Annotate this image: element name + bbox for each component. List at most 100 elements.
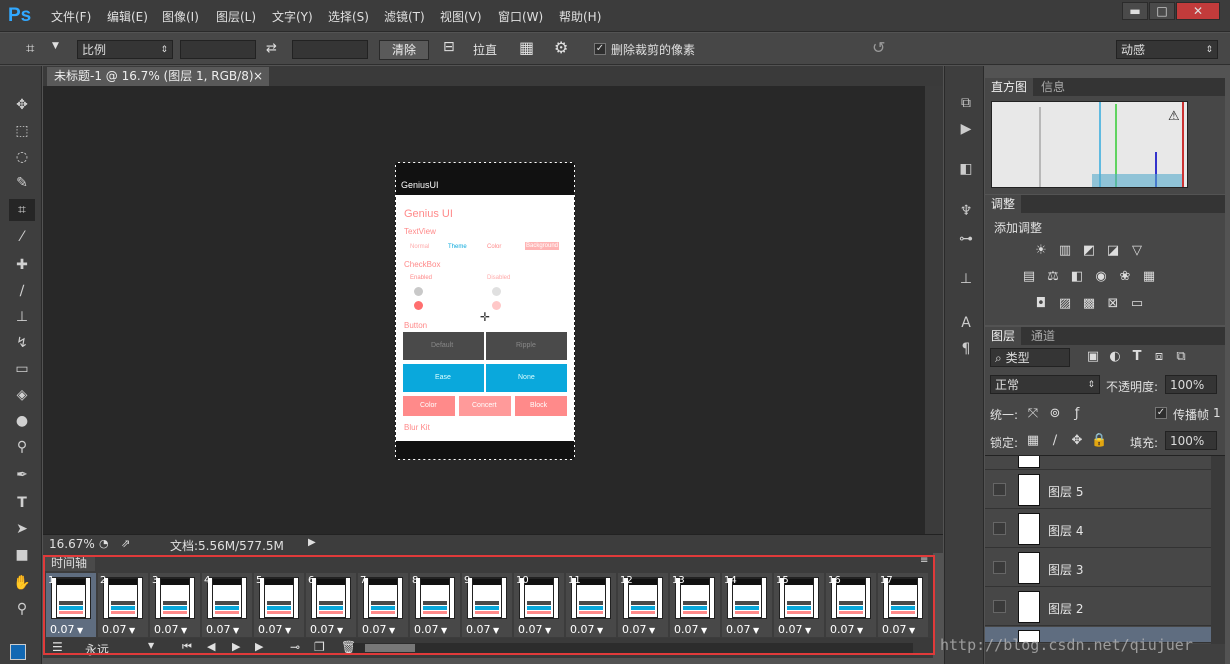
color-lookup-icon[interactable]: ▦ [1141,269,1157,285]
share-icon[interactable]: ⇗ [121,537,130,550]
actions-play-icon[interactable]: ▶ [955,118,977,140]
canvas-scrollbar[interactable] [925,86,943,534]
quick-select-tool-icon[interactable]: ✎ [9,172,35,194]
lasso-tool-icon[interactable]: ◌ [9,146,35,168]
timeline-frame[interactable]: 14 0.07 ▼ [722,573,772,637]
zoom-tool-icon[interactable]: ⚲ [9,598,35,620]
timeline-frame[interactable]: 8 0.07 ▼ [410,573,460,637]
menu-help[interactable]: 帮助(H) [559,8,601,25]
foreground-color-swatch[interactable] [10,644,26,660]
document-tab[interactable]: 未标题-1 @ 16.7% (图层 1, RGB/8) × [47,67,269,86]
frame-duration[interactable]: 0.07 ▼ [206,623,239,636]
chevron-down-icon[interactable]: ▼ [148,641,154,650]
next-frame-icon[interactable]: ▶ [255,640,263,653]
menu-type[interactable]: 文字(Y) [272,8,313,25]
hand-tool-icon[interactable]: ✋ [9,572,35,594]
delete-cropped-checkbox[interactable]: ✓ [594,43,606,55]
paragraph-icon[interactable]: ¶ [955,338,977,360]
filter-adjust-icon[interactable]: ◐ [1107,349,1123,365]
channel-mixer-icon[interactable]: ❀ [1117,269,1133,285]
timeline-menu-icon[interactable]: ≡ [920,555,928,566]
layer-row-partial[interactable] [985,456,1211,470]
timeline-tab[interactable]: 时间轴 [45,555,95,571]
straighten-label[interactable]: 拉直 [473,41,497,58]
swap-icon[interactable]: ⇄ [266,41,277,56]
frame-duration[interactable]: 0.07 ▼ [726,623,759,636]
black-white-icon[interactable]: ◧ [1069,269,1085,285]
timeline-frame[interactable]: 12 0.07 ▼ [618,573,668,637]
clear-button[interactable]: 清除 [379,40,429,60]
zoom-level[interactable]: 16.67% [49,537,95,551]
layer-row[interactable]: 图层 4 [985,510,1211,548]
frame-duration[interactable]: 0.07 ▼ [570,623,603,636]
type-tool-icon[interactable]: T [9,492,35,514]
frame-duration[interactable]: 0.07 ▼ [466,623,499,636]
photo-filter-icon[interactable]: ◉ [1093,269,1109,285]
gradient-map-icon[interactable]: ▭ [1129,296,1145,312]
close-button[interactable]: ✕ [1176,2,1220,20]
history-icon[interactable]: ⧉ [955,92,977,114]
menu-filter[interactable]: 滤镜(T) [384,8,425,25]
maximize-button[interactable]: □ [1149,2,1175,20]
workspace-select[interactable]: 动感 ⇕ [1116,40,1218,59]
curves-icon[interactable]: ◩ [1081,243,1097,259]
height-input[interactable] [292,40,368,59]
frame-duration[interactable]: 0.07 ▼ [778,623,811,636]
menu-view[interactable]: 视图(V) [440,8,482,25]
menu-edit[interactable]: 编辑(E) [107,8,148,25]
width-input[interactable] [180,40,256,59]
dodge-tool-icon[interactable]: ⚲ [9,436,35,458]
layers-scrollbar[interactable] [1211,456,1225,644]
lock-all-icon[interactable]: 🔒 [1091,433,1107,449]
tween-icon[interactable]: ⊸ [290,640,300,654]
timeline-frame[interactable]: 5 0.07 ▼ [254,573,304,637]
healing-tool-icon[interactable]: ✚ [9,254,35,276]
brush-tool-icon[interactable]: ∕ [9,280,35,302]
blend-mode-select[interactable]: 正常 ⇕ [990,375,1100,394]
history-brush-icon[interactable]: ↯ [9,332,35,354]
convert-icon[interactable]: ☰ [52,640,63,654]
prev-frame-icon[interactable]: ◀ [207,640,215,653]
status-info-icon[interactable]: ◔ [99,537,109,550]
lock-pixels-icon[interactable]: ▦ [1025,433,1041,449]
levels-icon[interactable]: ▥ [1057,243,1073,259]
path-select-icon[interactable]: ➤ [9,518,35,540]
timeline-frame[interactable]: 10 0.07 ▼ [514,573,564,637]
frame-duration[interactable]: 0.07 ▼ [50,623,83,636]
menu-file[interactable]: 文件(F) [51,8,91,25]
timeline-frame[interactable]: 9 0.07 ▼ [462,573,512,637]
frame-duration[interactable]: 0.07 ▼ [414,623,447,636]
character-icon[interactable]: A [955,312,977,334]
pen-tool-icon[interactable]: ✒ [9,464,35,486]
hue-saturation-icon[interactable]: ▤ [1021,269,1037,285]
frame-duration[interactable]: 0.07 ▼ [310,623,343,636]
timeline-frame[interactable]: 7 0.07 ▼ [358,573,408,637]
exposure-icon[interactable]: ◪ [1105,243,1121,259]
crop-tool-icon[interactable]: ⌗ [26,39,34,57]
warning-icon[interactable]: ⚠ [1168,109,1180,124]
timeline-frame[interactable]: 1 0.07 ▼ [46,573,96,637]
grid-overlay-icon[interactable]: ▦ [519,38,534,57]
frame-duration[interactable]: 0.07 ▼ [258,623,291,636]
lock-paint-icon[interactable]: ∕ [1047,433,1063,449]
frame-duration[interactable]: 0.07 ▼ [362,623,395,636]
timeline-frame[interactable]: 17 0.07 ▼ [878,573,928,637]
loop-select[interactable]: 永远 [85,641,109,658]
play-icon[interactable]: ▶ [232,640,240,653]
status-menu-arrow-icon[interactable]: ▶ [308,537,316,548]
layer-visibility-toggle[interactable] [993,483,1006,496]
filter-smart-icon[interactable]: ⧉ [1173,349,1189,365]
minimize-button[interactable]: ▬ [1122,2,1148,20]
tab-layers[interactable]: 图层 [985,327,1022,345]
move-tool-icon[interactable]: ✥ [9,94,35,116]
timeline-frame[interactable]: 3 0.07 ▼ [150,573,200,637]
layer-row[interactable]: 图层 5 [985,471,1211,509]
first-frame-icon[interactable]: ⏮ [182,640,192,654]
stamp-tool-icon[interactable]: ⊥ [9,306,35,328]
layer-filter-select[interactable]: ⌕ 类型 [990,348,1070,367]
vibrance-icon[interactable]: ▽ [1129,243,1145,259]
layer-visibility-toggle[interactable] [993,600,1006,613]
brightness-icon[interactable]: ☀ [1033,243,1049,259]
document-canvas[interactable]: GeniusUI Genius UI TextView Normal Theme… [395,162,575,460]
properties-icon[interactable]: ⊶ [955,228,977,250]
